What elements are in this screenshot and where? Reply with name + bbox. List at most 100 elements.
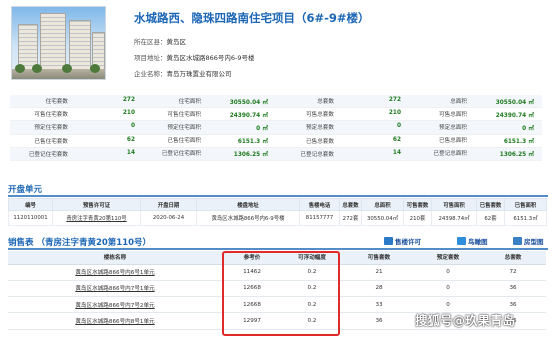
- stat-value: 272: [388, 97, 401, 104]
- sales-divider: [8, 248, 548, 250]
- stat-value: 14: [126, 149, 135, 156]
- table-cell: 210套: [403, 210, 432, 226]
- total-count: 72: [480, 264, 546, 281]
- sales-permit-label: 售楼许可: [395, 238, 421, 246]
- district-value: 黄岛区: [166, 38, 187, 46]
- table-cell: 30550.04㎡: [361, 210, 404, 226]
- kaipan-table: 编号 预售许可证 开盘日期 楼盘地址 售楼电话 总套数 总面积 可售套数 可售面…: [8, 198, 547, 226]
- watermark: 搜狐号@玖果青岛: [415, 313, 516, 328]
- stat-label: 预定住宅套数: [34, 125, 68, 132]
- company-line: 企业名称：青岛万珠置业有限公司: [134, 68, 232, 78]
- stat-value: 30550.04 ㎡: [495, 99, 534, 106]
- reserved-count: 0: [416, 280, 480, 298]
- project-title: 水城路西、隐珠四路南住宅项目（6#-9#楼）: [134, 11, 370, 25]
- stat-label: 已售住宅套数: [34, 138, 68, 145]
- floor-plan-button[interactable]: 房型图: [513, 236, 544, 246]
- stat-label: 住宅套数: [45, 99, 68, 106]
- district-label: 所在区县：: [134, 38, 167, 46]
- stat-value: 272: [122, 97, 135, 104]
- column-header: 参考价: [222, 251, 282, 265]
- stat-label: 已售总套数: [306, 138, 334, 145]
- float-range: 0.2: [282, 296, 342, 314]
- stat-label: 已售总面积: [439, 138, 467, 145]
- district-line: 所在区县：黄岛区: [134, 36, 186, 46]
- stat-value: 0 ㎡: [522, 125, 534, 132]
- building-link[interactable]: 黄岛区水城路866号内7号2单元: [8, 296, 222, 314]
- float-range: 0.2: [282, 264, 342, 281]
- permit-icon: [384, 237, 393, 245]
- stat-label: 可售总套数: [306, 112, 334, 119]
- float-range: 0.2: [282, 280, 342, 298]
- column-header: 预售许可证: [52, 198, 141, 211]
- sales-permit-button[interactable]: 售楼许可: [384, 236, 421, 246]
- column-header: 总套数: [480, 251, 546, 265]
- column-header: 已售套数: [476, 198, 505, 211]
- stat-label: 总套数: [317, 99, 334, 106]
- table-row: 1120110001 青房注字青黄20第110号 2020-06-24 黄岛区水…: [8, 210, 547, 226]
- aerial-view-icon: [457, 237, 466, 245]
- reference-price: 12668: [222, 296, 282, 314]
- sales-header-row: 楼栋名称 参考价 可浮动幅度 可售套数 预定套数 总套数: [8, 251, 546, 265]
- column-header: 楼栋名称: [8, 251, 222, 265]
- address-label: 项目地址：: [134, 54, 167, 62]
- floor-plan-label: 房型图: [524, 238, 544, 246]
- reference-price: 12668: [222, 280, 282, 298]
- column-header: 编号: [8, 198, 53, 211]
- column-header: 售楼电话: [299, 198, 340, 211]
- stat-label: 总面积: [450, 98, 467, 105]
- aerial-view-button[interactable]: 鸟瞰图: [457, 236, 488, 246]
- stat-label: 已登记住宅面积: [161, 151, 201, 158]
- table-cell: 81157777: [299, 210, 340, 226]
- available-count: 28: [342, 280, 416, 298]
- table-row: 黄岛区水城路866号内6号1单元 11462 0.2 21 0 72: [8, 264, 546, 281]
- building-link[interactable]: 黄岛区水城路866号内6号1单元: [8, 264, 222, 281]
- project-photo: [11, 6, 106, 80]
- column-header: 已售面积: [504, 198, 547, 211]
- table-row: 黄岛区水城路866号内7号1单元 12668 0.2 28 0 36: [8, 280, 546, 298]
- available-count: 36: [342, 312, 416, 330]
- table-cell: 1120110001: [8, 210, 53, 226]
- stat-value: 0 ㎡: [256, 125, 268, 132]
- company-label: 企业名称：: [134, 70, 167, 78]
- table-cell: 黄岛区水城路866号内6-9号楼: [196, 210, 300, 226]
- float-range: 0.2: [282, 312, 342, 330]
- table-cell: 272套: [339, 210, 362, 226]
- stat-value: 6151.3 ㎡: [237, 139, 268, 146]
- stat-value: 0: [130, 123, 135, 130]
- building-link[interactable]: 黄岛区水城路866号内8号1单元: [8, 312, 222, 330]
- reference-price: 11462: [222, 264, 282, 281]
- stat-label: 已登记住宅套数: [28, 151, 68, 158]
- reference-price: 12997: [222, 312, 282, 330]
- column-header: 可售套数: [403, 198, 432, 211]
- stats-row: 已售住宅套数 62 已售住宅面积 6151.3 ㎡ 已售总套数 62 已售总面积 615…: [10, 135, 542, 148]
- stat-value: 62: [126, 136, 135, 143]
- stats-row: 已登记住宅套数 14 已登记住宅面积 1306.25 ㎡ 已登记总套数 14 已登记总…: [10, 147, 542, 161]
- reserved-count: 0: [416, 264, 480, 281]
- stat-label: 预定住宅面积: [167, 124, 201, 131]
- column-header: 楼盘地址: [196, 198, 300, 211]
- stats-row: 预定住宅套数 0 预定住宅面积 0 ㎡ 预定总套数 0 预定总面积 0 ㎡: [10, 121, 542, 135]
- kaipan-divider: [8, 195, 548, 197]
- column-header: 总面积: [361, 198, 404, 211]
- permit-link[interactable]: 青房注字青黄20第110号: [52, 210, 141, 226]
- table-cell: 2020-06-24: [140, 210, 197, 226]
- table-cell: 62套: [476, 210, 505, 226]
- stats-grid: 住宅套数 272 住宅面积 30550.04 ㎡ 总套数 272 总面积 30550.0…: [10, 95, 542, 161]
- stat-value: 62: [392, 136, 401, 143]
- stat-value: 0: [396, 123, 401, 130]
- available-count: 21: [342, 264, 416, 281]
- stat-label: 预定总面积: [439, 124, 467, 131]
- address-line: 项目地址：黄岛区水城路866号内6-9号楼: [134, 52, 255, 62]
- building-link[interactable]: 黄岛区水城路866号内7号1单元: [8, 280, 222, 298]
- kaipan-header-row: 编号 预售许可证 开盘日期 楼盘地址 售楼电话 总套数 总面积 可售套数 可售面…: [8, 198, 547, 211]
- stat-label: 已登记总面积: [433, 151, 467, 158]
- stat-value: 24390.74 ㎡: [495, 112, 534, 119]
- stats-row: 住宅套数 272 住宅面积 30550.04 ㎡ 总套数 272 总面积 30550.0…: [10, 95, 542, 109]
- stat-label: 已登记总套数: [300, 151, 334, 158]
- stat-label: 住宅面积: [178, 98, 201, 105]
- floor-plan-icon: [513, 237, 522, 245]
- column-header: 开盘日期: [140, 198, 197, 211]
- stat-value: 1306.25 ㎡: [499, 152, 534, 159]
- aerial-view-label: 鸟瞰图: [468, 238, 488, 246]
- stat-label: 已售住宅面积: [167, 138, 201, 145]
